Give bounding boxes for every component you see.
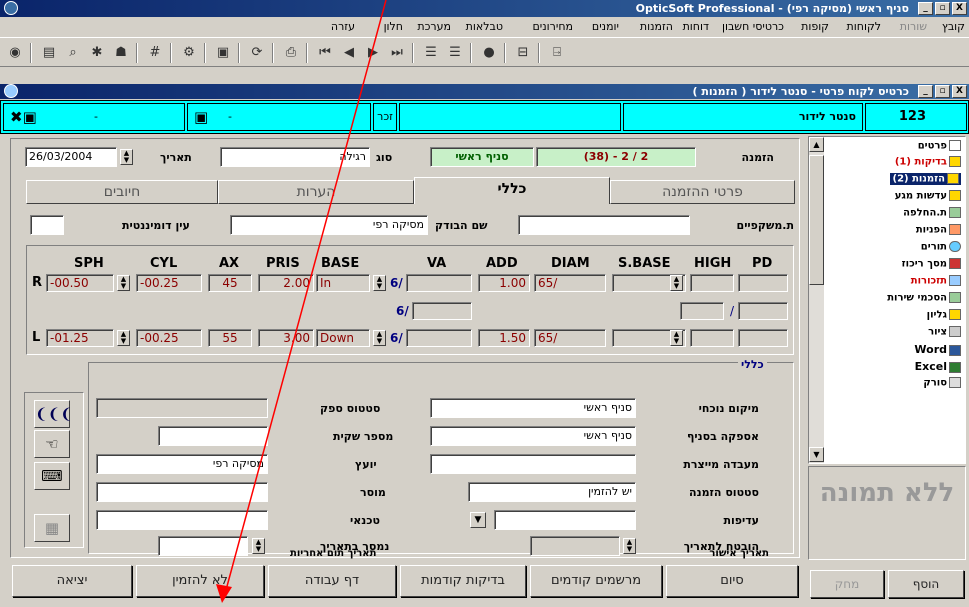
red-arrow-annotation <box>216 0 387 603</box>
